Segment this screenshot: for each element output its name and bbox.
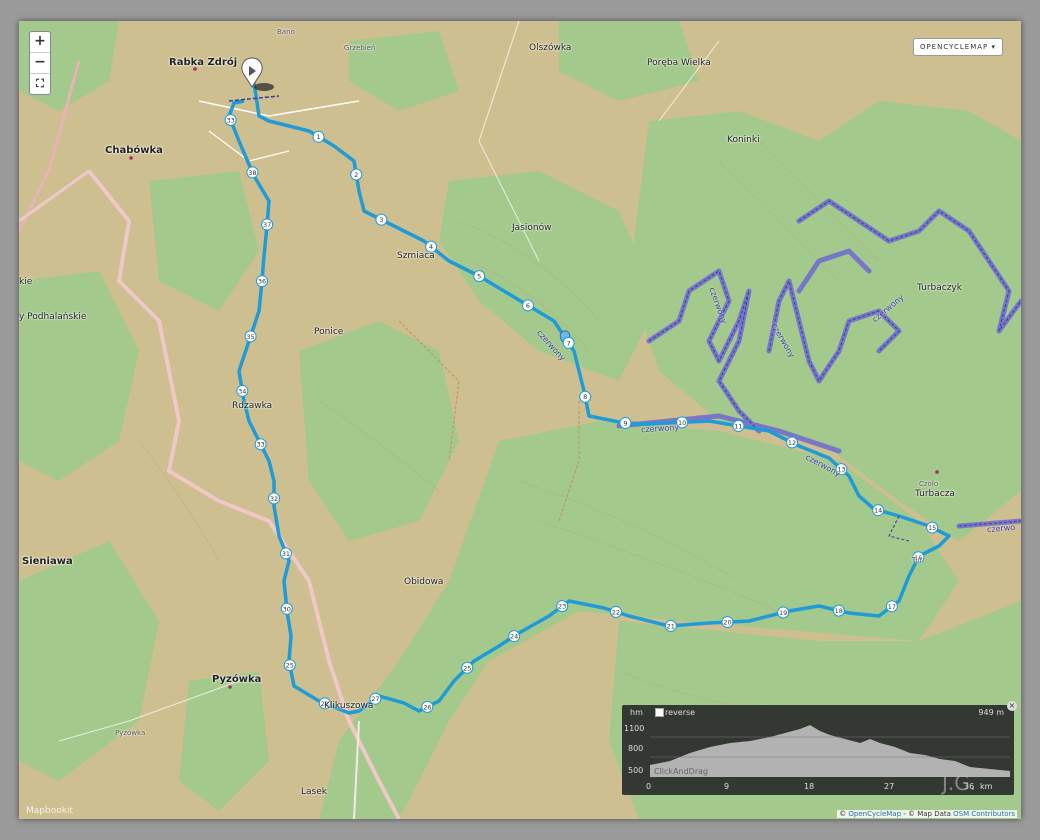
place-olszowka: Olszówka (529, 43, 572, 53)
km-marker-label: 24 (510, 633, 518, 641)
place-chabowka: Chabówka (105, 145, 163, 156)
place-pyzowka-small: Pyzówka (115, 729, 146, 737)
watermark: J.G. (942, 771, 977, 795)
km-marker-label: 31 (282, 550, 290, 558)
km-marker-label: 3 (379, 216, 383, 224)
km-marker-label: 10 (678, 419, 686, 427)
place-pyzowka: Pyzówka (212, 674, 262, 685)
place-rabka: Rabka Zdrój (169, 57, 238, 68)
km-marker-label: 35 (246, 333, 254, 341)
place-kie: kie (19, 277, 33, 287)
close-icon[interactable]: × (1007, 701, 1017, 711)
km-marker-label: 14 (874, 507, 882, 515)
km-marker-label: 15 (928, 524, 936, 532)
distance-readout: 949 m (978, 708, 1004, 717)
elevation-unit: hm (630, 708, 643, 717)
place-grzebien: Grzebień (344, 44, 376, 52)
place-tur: Tur (912, 556, 923, 564)
place-ponice: Ponice (314, 327, 344, 337)
km-marker-label: 4 (429, 243, 433, 251)
zoom-in-button[interactable]: + (30, 32, 50, 53)
place-turbacz: Turbacza (915, 489, 955, 499)
km-marker-label: 11 (734, 422, 742, 430)
km-marker-label: 25 (463, 664, 471, 672)
opencyclemap-link[interactable]: OpenCycleMap (848, 810, 901, 818)
place-czolo: Czoło (919, 480, 939, 488)
place-poreba: Poręba Wielka (647, 58, 711, 68)
place-obidowa: Obidowa (404, 577, 444, 587)
km-marker-label: 5 (477, 273, 481, 281)
osm-link[interactable]: OSM Contributors (953, 810, 1015, 818)
km-marker-label: 9 (623, 420, 627, 428)
x-tick: 0 (646, 782, 652, 791)
place-sieniawa: Sieniawa (22, 556, 73, 567)
km-marker-label: 21 (667, 622, 675, 630)
place-turbaczyk: Turbaczyk (917, 283, 962, 293)
elevation-profile[interactable]: hm reverse 949 m × 1100 800 500 ClickAnd… (622, 701, 1017, 795)
km-marker-label: 22 (612, 608, 620, 616)
drag-hint: ClickAndDrag (654, 767, 709, 776)
zoom-out-button[interactable]: − (30, 53, 50, 74)
km-marker-label: 1 (316, 133, 320, 141)
place-klikuszowa: Klikuszowa (324, 701, 374, 711)
km-marker-label: 32 (270, 495, 278, 503)
layer-selector-button[interactable]: OPENCYCLEMAP ▾ (912, 38, 1003, 56)
km-marker-label: 25 (286, 662, 294, 670)
km-marker-label: 38 (248, 169, 256, 177)
attribution: © OpenCycleMap - © Map Data OSM Contribu… (837, 810, 1017, 818)
screenshot-frame: 1 2 3 4 5 6 7 8 9 10 11 12 13 14 15 16 17 18 19 20 21 22 23 24 2… (0, 0, 1040, 840)
place-rdzawka: Rdzawka (232, 401, 273, 411)
place-jasionow: Jasionów (512, 223, 552, 233)
brand-logo: Mapbookit (26, 806, 73, 816)
place-lasek: Lasek (301, 787, 327, 797)
x-tick: 9 (724, 782, 730, 791)
km-marker-label: 12 (788, 439, 796, 447)
km-marker-label: 18 (835, 607, 843, 615)
y-tick: 500 (628, 766, 644, 775)
place-szmiaca: Szmiaca (397, 251, 435, 261)
km-marker-label: 37 (263, 221, 271, 229)
x-unit: km (980, 782, 993, 791)
km-marker-label: 30 (283, 605, 291, 613)
km-marker-label: 36 (258, 278, 266, 286)
km-marker-label: 7 (567, 339, 571, 347)
zoom-control: + − ⛶ (29, 31, 51, 95)
y-tick: 800 (628, 744, 644, 753)
reverse-label: reverse (665, 708, 696, 717)
km-marker-label: 26 (423, 703, 431, 711)
km-marker-label: 17 (888, 603, 896, 611)
y-tick: 1100 (624, 724, 645, 733)
km-marker-label: 34 (238, 387, 246, 395)
km-marker-label: 19 (779, 609, 787, 617)
km-marker-label: 23 (558, 603, 566, 611)
place-bano: Bano (277, 28, 295, 36)
fullscreen-icon[interactable]: ⛶ (30, 74, 50, 94)
map-viewport[interactable]: 1 2 3 4 5 6 7 8 9 10 11 12 13 14 15 16 17 18 19 20 21 22 23 24 2… (19, 21, 1021, 819)
km-marker-label: 33 (256, 441, 264, 449)
km-marker-label: 2 (354, 171, 358, 179)
place-podhalanskie: y Podhalańskie (19, 312, 87, 322)
km-marker-label: 33 (226, 116, 234, 124)
x-tick: 27 (884, 782, 895, 791)
map-base: 123456789 10 11121314151617181920212223242… (19, 21, 1021, 819)
x-tick: 18 (804, 782, 815, 791)
place-koninki: Koninki (727, 135, 760, 145)
km-marker-label: 8 (583, 393, 587, 401)
km-marker-label: 6 (526, 302, 530, 310)
km-marker-label: 20 (723, 619, 731, 627)
reverse-checkbox[interactable] (655, 708, 664, 717)
